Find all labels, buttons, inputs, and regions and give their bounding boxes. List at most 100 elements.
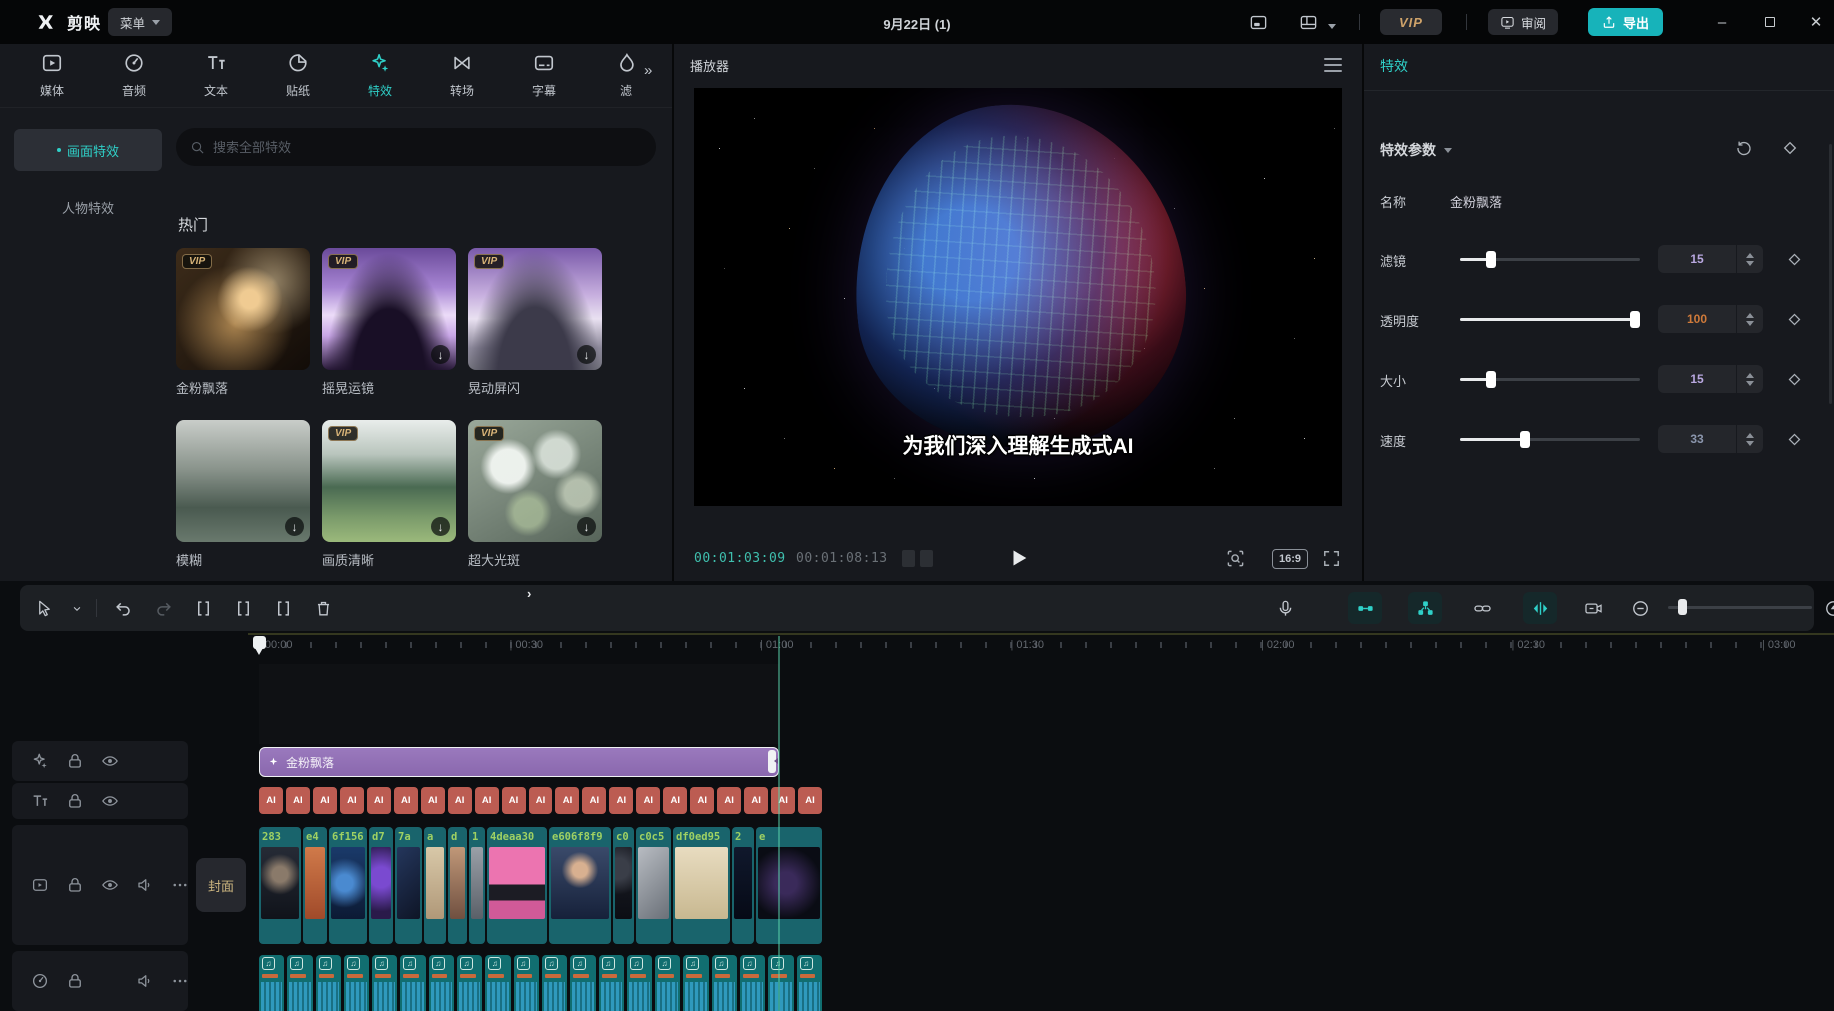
display-mode-icon[interactable] bbox=[1246, 10, 1270, 34]
vip-button[interactable]: VIP bbox=[1380, 9, 1442, 35]
slider-thumb[interactable] bbox=[1486, 251, 1496, 268]
aspect-ratio-button[interactable]: 16:9 bbox=[1272, 549, 1308, 569]
stepper[interactable] bbox=[1737, 245, 1763, 273]
effect-params-header[interactable]: 特效参数 bbox=[1380, 140, 1452, 160]
text-clip[interactable]: AI bbox=[609, 787, 633, 814]
download-icon[interactable]: ↓ bbox=[431, 345, 450, 364]
audio-clip[interactable]: ♫ bbox=[400, 955, 425, 1011]
effect-card[interactable]: VIP ↓ 画质清晰 bbox=[322, 420, 456, 569]
stepper[interactable] bbox=[1737, 425, 1763, 453]
layout-caret-icon[interactable] bbox=[1328, 24, 1336, 33]
close-button[interactable]: ✕ bbox=[1806, 12, 1826, 32]
tab-transition[interactable]: 转场 bbox=[426, 44, 498, 107]
eye-icon[interactable] bbox=[101, 792, 119, 810]
audio-clip[interactable]: ♫ bbox=[797, 955, 822, 1011]
track-style-button[interactable] bbox=[1576, 592, 1610, 624]
video-clip[interactable]: e4 bbox=[303, 827, 327, 944]
slider-value[interactable]: 15 bbox=[1658, 245, 1736, 273]
text-clip[interactable]: AI bbox=[717, 787, 741, 814]
eye-icon[interactable] bbox=[101, 876, 119, 894]
text-clip[interactable]: AI bbox=[798, 787, 822, 814]
zoom-out-button[interactable] bbox=[1623, 592, 1657, 624]
audio-clip[interactable]: ♫ bbox=[514, 955, 539, 1011]
video-clip[interactable]: e606f8f9 bbox=[549, 827, 611, 944]
zoom-fit-button[interactable] bbox=[1816, 592, 1834, 624]
split-left-button[interactable] bbox=[229, 594, 257, 622]
split-right-button[interactable] bbox=[269, 594, 297, 622]
cover-button[interactable]: 封面 bbox=[196, 858, 246, 912]
text-clip[interactable]: AI bbox=[259, 787, 283, 814]
slider-thumb[interactable] bbox=[1486, 371, 1496, 388]
keyframe-diamond-icon[interactable] bbox=[1782, 247, 1806, 271]
video-clip[interactable]: 4deaa30 bbox=[487, 827, 547, 944]
video-clip[interactable]: d bbox=[448, 827, 467, 944]
text-clip[interactable]: AI bbox=[394, 787, 418, 814]
tab-effects[interactable]: 特效 bbox=[344, 44, 416, 107]
keyframe-diamond-icon[interactable] bbox=[1778, 136, 1802, 160]
text-clip[interactable]: AI bbox=[475, 787, 499, 814]
effect-clip[interactable]: 金粉飘落 bbox=[259, 747, 779, 777]
maximize-button[interactable] bbox=[1760, 12, 1780, 32]
slider-thumb[interactable] bbox=[1630, 311, 1640, 328]
slider-thumb[interactable] bbox=[1520, 431, 1530, 448]
text-clip[interactable]: AI bbox=[502, 787, 526, 814]
video-clip[interactable]: 7a bbox=[395, 827, 422, 944]
preview-axis-button[interactable] bbox=[1523, 592, 1557, 624]
lock-icon[interactable] bbox=[66, 792, 84, 810]
video-clip[interactable]: 283 bbox=[259, 827, 301, 944]
video-clip[interactable]: 2 bbox=[732, 827, 754, 944]
record-voiceover-button[interactable] bbox=[1268, 592, 1302, 624]
text-clip[interactable]: AI bbox=[663, 787, 687, 814]
export-button[interactable]: 导出 bbox=[1588, 8, 1663, 36]
audio-clip[interactable]: ♫ bbox=[542, 955, 567, 1011]
category-person-effects[interactable]: 人物特效 bbox=[14, 186, 162, 228]
play-button[interactable] bbox=[1008, 547, 1030, 569]
text-clip[interactable]: AI bbox=[421, 787, 445, 814]
video-clip[interactable]: d7 bbox=[369, 827, 393, 944]
select-tool-button[interactable] bbox=[30, 594, 58, 622]
tab-filter[interactable]: 滤 bbox=[590, 44, 662, 107]
tab-media[interactable]: 媒体 bbox=[16, 44, 88, 107]
split-button[interactable] bbox=[189, 594, 217, 622]
reset-icon[interactable] bbox=[1732, 136, 1756, 160]
tab-audio[interactable]: 音频 bbox=[98, 44, 170, 107]
video-clip[interactable]: c0 bbox=[613, 827, 634, 944]
undo-button[interactable] bbox=[109, 594, 137, 622]
category-scene-effects[interactable]: 画面特效 bbox=[14, 129, 162, 171]
minimize-button[interactable]: – bbox=[1712, 12, 1732, 32]
audio-clip[interactable]: ♫ bbox=[683, 955, 708, 1011]
audio-clip[interactable]: ♫ bbox=[599, 955, 624, 1011]
eye-icon[interactable] bbox=[101, 752, 119, 770]
slider-speed[interactable] bbox=[1460, 438, 1640, 441]
video-clip[interactable]: 6f156 bbox=[329, 827, 367, 944]
more-tabs-icon[interactable]: » bbox=[644, 62, 650, 79]
clip-extend-icon[interactable]: › bbox=[527, 586, 531, 601]
effect-card[interactable]: ↓ 模糊 bbox=[176, 420, 310, 569]
audio-clip[interactable]: ♫ bbox=[259, 955, 284, 1011]
text-clip[interactable]: AI bbox=[448, 787, 472, 814]
effect-card[interactable]: VIP ↓ 超大光斑 bbox=[468, 420, 602, 569]
download-icon[interactable]: ↓ bbox=[431, 517, 450, 536]
lock-icon[interactable] bbox=[66, 972, 84, 990]
select-tool-caret-button[interactable] bbox=[70, 594, 84, 622]
text-clip[interactable]: AI bbox=[744, 787, 768, 814]
frame-step-icon[interactable] bbox=[902, 550, 915, 567]
download-icon[interactable]: ↓ bbox=[577, 517, 596, 536]
slider-filter[interactable] bbox=[1460, 258, 1640, 261]
workspace-layout-icon[interactable] bbox=[1296, 10, 1320, 34]
scrollbar[interactable] bbox=[1829, 144, 1832, 404]
slider-value[interactable]: 33 bbox=[1658, 425, 1736, 453]
keyframe-pack-button[interactable] bbox=[1408, 592, 1442, 624]
video-clip[interactable]: e bbox=[756, 827, 822, 944]
audio-clip[interactable]: ♫ bbox=[768, 955, 793, 1011]
slider-opacity[interactable] bbox=[1460, 318, 1640, 321]
dots-icon[interactable] bbox=[171, 972, 189, 990]
text-clip[interactable]: AI bbox=[690, 787, 714, 814]
redo-button[interactable] bbox=[149, 594, 177, 622]
clip-trim-handle[interactable] bbox=[768, 750, 776, 773]
text-clip[interactable]: AI bbox=[313, 787, 337, 814]
audio-clip[interactable]: ♫ bbox=[485, 955, 510, 1011]
text-clip[interactable]: AI bbox=[529, 787, 553, 814]
tab-captions[interactable]: 字幕 bbox=[508, 44, 580, 107]
tab-sticker[interactable]: 贴纸 bbox=[262, 44, 334, 107]
